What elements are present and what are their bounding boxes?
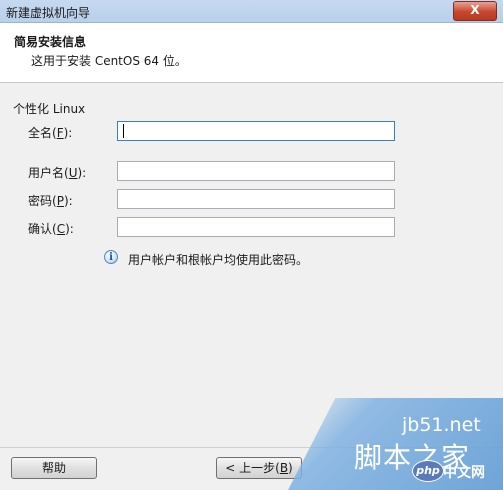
password-info-text: 用户帐户和根帐户均使用此密码。 (128, 253, 309, 267)
confirm-access-key: C (56, 222, 66, 236)
new-vm-wizard-window: 新建虚拟机向导 X 简易安装信息 这用于安装 CentOS 64 位。 个性化 … (0, 0, 503, 490)
watermark-cn-text: 中文网 (443, 465, 485, 481)
fullname-label-text: 全名( (28, 126, 57, 140)
confirm-password-input[interactable] (117, 217, 395, 237)
password-label: 密码(P): (28, 192, 73, 209)
title-bar[interactable]: 新建虚拟机向导 X (0, 0, 503, 23)
page-subtitle: 这用于安装 CentOS 64 位。 (31, 54, 187, 68)
fullname-label-suffix: ): (63, 126, 73, 140)
confirm-label-suffix: ): (65, 222, 74, 236)
confirm-label: 确认(C): (28, 220, 74, 237)
back-button-text: < 上一步( (225, 461, 280, 475)
username-label: 用户名(U): (28, 164, 86, 181)
back-button[interactable]: < 上一步(B) (216, 457, 302, 479)
fullname-input[interactable] (117, 121, 395, 141)
back-access-key: B (279, 461, 289, 475)
text-caret (123, 124, 124, 138)
password-access-key: P (56, 194, 64, 208)
watermark-site: jb51.net (402, 414, 481, 436)
password-label-suffix: ): (63, 194, 73, 208)
page-title: 简易安装信息 (14, 35, 87, 49)
wizard-header: 简易安装信息 这用于安装 CentOS 64 位。 (0, 23, 503, 83)
help-button[interactable]: 帮助 (11, 457, 97, 479)
fullname-access-key: F (56, 126, 64, 140)
fullname-label: 全名(F): (28, 124, 72, 141)
info-icon: i (104, 250, 118, 264)
back-button-suffix: ) (288, 461, 293, 475)
window-title: 新建虚拟机向导 (6, 6, 91, 20)
username-label-suffix: ): (77, 166, 87, 180)
watermark-php-badge: php (412, 460, 444, 482)
confirm-label-text: 确认( (28, 222, 57, 236)
username-input[interactable] (117, 161, 395, 181)
close-button[interactable]: X (453, 1, 497, 21)
password-label-text: 密码( (28, 194, 57, 208)
username-label-text: 用户名( (28, 166, 69, 180)
personalize-linux-group-label: 个性化 Linux (13, 102, 86, 116)
password-input[interactable] (117, 189, 395, 209)
